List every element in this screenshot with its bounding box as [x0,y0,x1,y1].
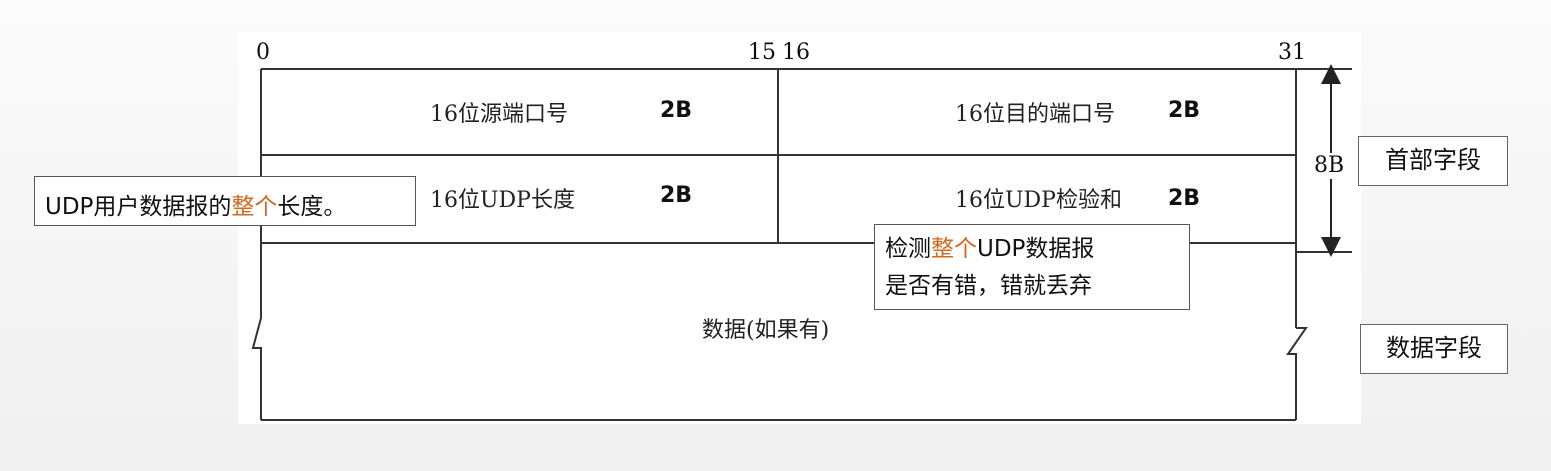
bit-label-16: 16 [782,40,810,65]
udp-header-diagram [251,64,1352,421]
header-field-tag: 首部字段 [1358,136,1508,186]
checksum-note-text-before: 检测 [885,236,931,262]
src-port-label: 16位源端口号 [430,102,568,127]
dst-port-size: 2B [1168,98,1201,123]
slide: 0 15 16 31 16位源端口号 2B 16位目的端口号 2B 16位UDP… [0,0,1551,471]
checksum-note-callout: 检测整个UDP数据报 是否有错，错就丢弃 [874,224,1190,310]
header-size-label: 8B [1314,153,1345,179]
length-note-text-before: UDP用户数据报的 [45,194,232,220]
data-field-tag: 数据字段 [1360,324,1508,374]
checksum-note-line-1: 检测整个UDP数据报 [885,231,1189,268]
checksum-note-highlight: 整个 [931,236,977,262]
checksum-note-line-2: 是否有错，错就丢弃 [885,273,1092,299]
length-note-callout: UDP用户数据报的整个长度。 [34,176,416,226]
length-size: 2B [660,183,693,208]
checksum-note-text-after: UDP数据报 [977,236,1095,262]
bit-label-31: 31 [1278,40,1306,65]
frame-left-break [251,317,262,420]
length-label: 16位UDP长度 [430,188,575,213]
data-field-label: 数据(如果有) [702,318,830,343]
src-port-size: 2B [660,98,693,123]
length-note-text-after: 长度。 [277,194,347,220]
dst-port-label: 16位目的端口号 [955,102,1115,127]
bit-label-0: 0 [256,40,270,65]
checksum-size: 2B [1168,186,1201,211]
checksum-label: 16位UDP检验和 [955,188,1122,213]
bit-label-15: 15 [748,40,776,65]
length-note-highlight: 整个 [231,194,278,220]
frame-right-break [1286,327,1308,420]
